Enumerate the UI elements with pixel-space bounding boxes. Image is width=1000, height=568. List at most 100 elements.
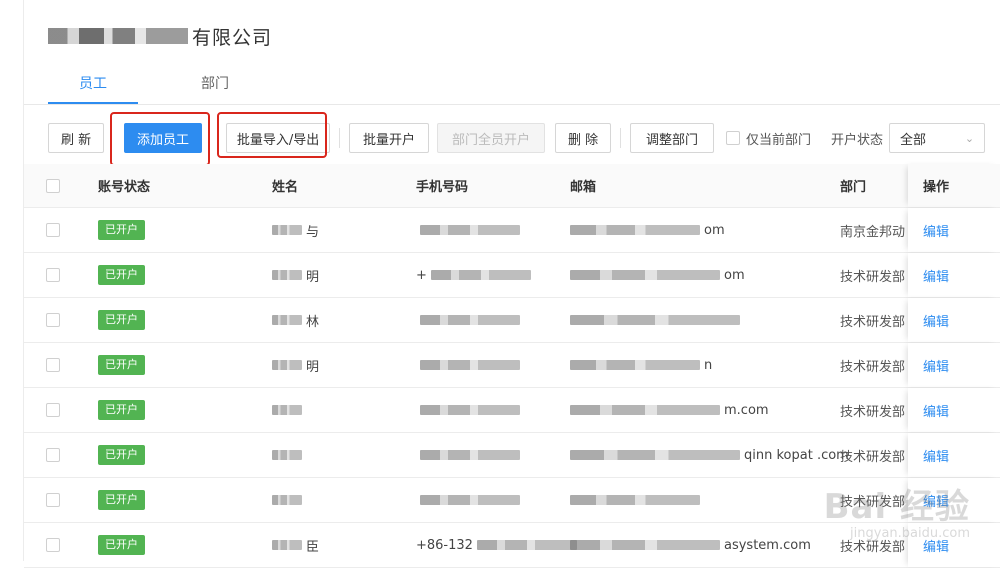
- delete-button[interactable]: 删 除: [555, 123, 611, 153]
- employee-dept: 技术研发部: [840, 269, 906, 285]
- table-header: 账号状态 姓名 手机号码 邮箱 部门 操作: [24, 164, 1000, 208]
- email-visible-part: asystem.com: [724, 537, 811, 553]
- employee-phone: +86-132: [416, 523, 577, 567]
- company-title: 有限公司: [48, 22, 272, 50]
- open-status-label: 开户状态: [831, 132, 884, 148]
- toolbar: 刷 新 添加员工 批量导入/导出 批量开户 部门全员开户 删 除 调整部门 仅当…: [48, 122, 986, 154]
- batch-open-account-button[interactable]: 批量开户: [349, 123, 429, 153]
- name-visible-part: 林: [306, 314, 320, 330]
- employee-phone: [416, 343, 520, 387]
- employee-name: 林: [272, 298, 319, 342]
- row-checkbox[interactable]: [46, 358, 60, 372]
- tab-bar: 员工 部门: [48, 66, 260, 104]
- phone-visible-part: +86-132: [416, 537, 473, 553]
- name-visible-part: 与: [306, 224, 320, 240]
- employee-dept: 技术研发部: [840, 449, 906, 465]
- edit-link[interactable]: 编辑: [923, 356, 949, 375]
- name-visible-part: 明: [306, 359, 320, 375]
- open-status-select[interactable]: 全部 ⌄: [889, 123, 986, 153]
- employee-table: 账号状态 姓名 手机号码 邮箱 部门 操作 已开户与 om 南京金邦动 编辑 已开户明 +…: [24, 164, 1000, 568]
- col-dept: 部门: [840, 180, 867, 195]
- employee-email: m.com: [570, 388, 769, 432]
- table-row[interactable]: 已开户 林 技术研发部 编辑: [24, 298, 1000, 343]
- employee-phone: +: [416, 253, 531, 297]
- col-op: 操作: [923, 180, 950, 195]
- employee-phone: [416, 433, 520, 477]
- employee-email: [570, 298, 744, 342]
- status-badge: 已开户: [98, 535, 145, 555]
- email-visible-part: om: [724, 267, 745, 283]
- current-dept-only-label: 仅当前部门: [746, 132, 812, 148]
- edit-link[interactable]: 编辑: [923, 266, 949, 285]
- row-checkbox[interactable]: [46, 268, 60, 282]
- current-dept-only-checkbox[interactable]: [726, 131, 740, 145]
- batch-import-export-button[interactable]: 批量导入/导出: [226, 123, 330, 153]
- company-name: 有限公司: [192, 26, 273, 49]
- edit-link[interactable]: 编辑: [923, 446, 949, 465]
- row-checkbox[interactable]: [46, 538, 60, 552]
- row-checkbox[interactable]: [46, 448, 60, 462]
- edit-link[interactable]: 编辑: [923, 221, 949, 240]
- status-badge: 已开户: [98, 265, 145, 285]
- tabs-divider: [24, 104, 1000, 105]
- chevron-down-icon: ⌄: [964, 131, 975, 145]
- row-checkbox[interactable]: [46, 493, 60, 507]
- refresh-button[interactable]: 刷 新: [48, 123, 104, 153]
- table-row[interactable]: 已开户 明 + om 技术研发部 编辑: [24, 253, 1000, 298]
- table-row[interactable]: 已开户 明 n 技术研发部 编辑: [24, 343, 1000, 388]
- email-visible-part: m.com: [724, 402, 769, 418]
- edit-link[interactable]: 编辑: [923, 536, 949, 555]
- employee-dept: 技术研发部: [840, 404, 906, 420]
- employee-email: n: [570, 343, 712, 387]
- row-checkbox[interactable]: [46, 403, 60, 417]
- employee-dept: 南京金邦动: [840, 224, 906, 240]
- employee-dept: 技术研发部: [840, 494, 906, 510]
- status-badge: 已开户: [98, 490, 145, 510]
- add-employee-button[interactable]: 添加员工: [124, 123, 202, 153]
- employee-name: 与: [272, 208, 319, 252]
- table-row[interactable]: 已开户 与 om 南京金邦动 编辑: [24, 208, 1000, 253]
- col-email: 邮箱: [570, 180, 597, 195]
- col-status: 账号状态: [98, 180, 151, 195]
- open-status-value: 全部: [900, 132, 927, 148]
- status-badge: 已开户: [98, 355, 145, 375]
- table-row[interactable]: 已开户 臣 +86-132 asystem.com 技术研发部 编辑: [24, 523, 1000, 568]
- table-row[interactable]: 已开户 m.com 技术研发部 编辑: [24, 388, 1000, 433]
- row-checkbox[interactable]: [46, 223, 60, 237]
- employee-dept: 技术研发部: [840, 539, 906, 555]
- employee-email: om: [570, 253, 745, 297]
- status-badge: 已开户: [98, 220, 145, 240]
- select-all-checkbox[interactable]: [46, 178, 60, 193]
- dept-all-open-button[interactable]: 部门全员开户: [437, 123, 545, 153]
- edit-link[interactable]: 编辑: [923, 311, 949, 330]
- edit-link[interactable]: 编辑: [923, 491, 949, 510]
- email-visible-part: om: [704, 222, 725, 238]
- tab-employees[interactable]: 员工: [48, 66, 138, 104]
- employee-phone: [416, 208, 520, 252]
- tab-departments[interactable]: 部门: [170, 66, 260, 104]
- employee-name: 臣: [272, 523, 319, 567]
- row-checkbox[interactable]: [46, 313, 60, 327]
- status-badge: 已开户: [98, 445, 145, 465]
- employee-email: qinn kopat .com: [570, 433, 849, 477]
- employee-dept: 技术研发部: [840, 359, 906, 375]
- toolbar-separator: [339, 128, 340, 148]
- table-row[interactable]: 已开户 qinn kopat .com 技术研发部 编辑: [24, 433, 1000, 478]
- employee-name: 明: [272, 253, 319, 297]
- employee-name: [272, 433, 306, 477]
- name-visible-part: 臣: [306, 539, 320, 555]
- col-name: 姓名: [272, 180, 299, 195]
- table-row[interactable]: 已开户 技术研发部 编辑: [24, 478, 1000, 523]
- employee-email: om: [570, 208, 725, 252]
- employee-email: [570, 478, 704, 522]
- company-name-redacted: [48, 28, 188, 44]
- employee-name: 明: [272, 343, 319, 387]
- toolbar-separator: [620, 128, 621, 148]
- adjust-dept-button[interactable]: 调整部门: [630, 123, 714, 153]
- email-visible-part: qinn kopat .com: [744, 447, 849, 463]
- employee-dept: 技术研发部: [840, 314, 906, 330]
- edit-link[interactable]: 编辑: [923, 401, 949, 420]
- employee-phone: [416, 388, 520, 432]
- employee-phone: [416, 298, 520, 342]
- col-phone: 手机号码: [416, 180, 469, 195]
